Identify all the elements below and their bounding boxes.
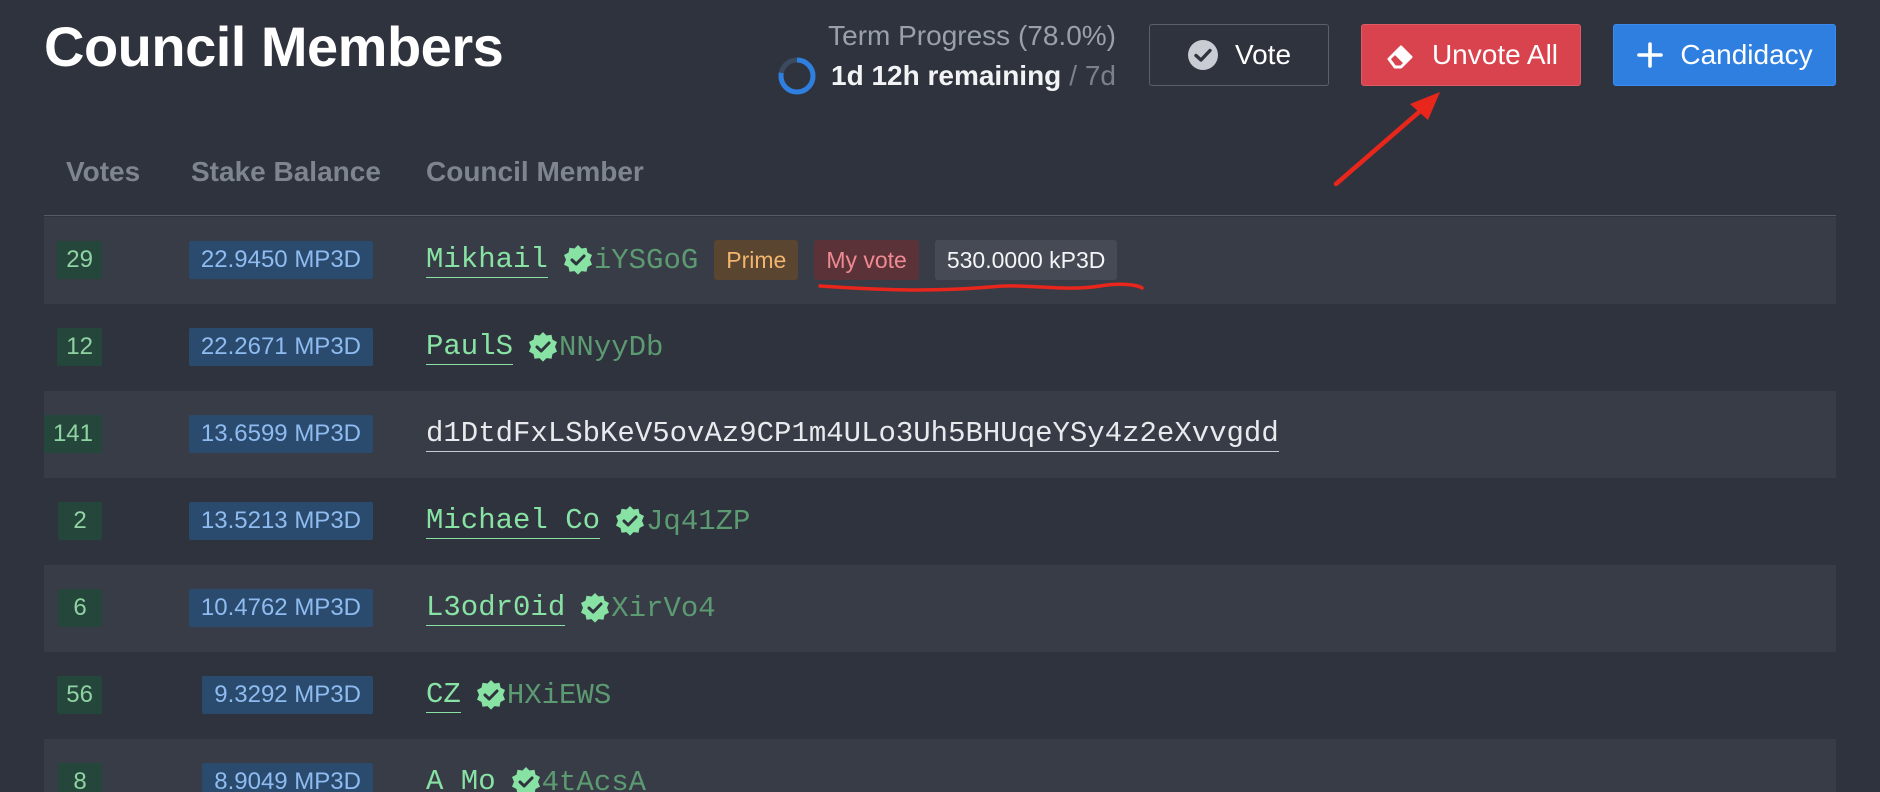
term-progress-ring-icon: [778, 57, 816, 95]
stake-badge: 9.3292 MP3D: [202, 676, 373, 714]
verified-check-icon: [527, 331, 559, 363]
votes-badge: 8: [58, 763, 102, 792]
candidacy-button[interactable]: Candidacy: [1613, 24, 1836, 86]
member-name-link[interactable]: PaulS: [426, 330, 514, 365]
verified-check-icon: [510, 766, 542, 792]
unvote-all-button[interactable]: Unvote All: [1361, 24, 1581, 86]
member-address: NNyyDb: [559, 330, 664, 364]
table-row[interactable]: 56 9.3292 MP3D CZ HXiEWS: [44, 652, 1836, 739]
eraser-icon: [1384, 39, 1416, 71]
header-stake: Stake Balance: [191, 156, 381, 187]
vote-button-label: Vote: [1234, 39, 1292, 70]
member-address: Jq41ZP: [646, 504, 751, 538]
table-header: Votes Stake Balance Council Member: [44, 150, 1836, 216]
table-row[interactable]: 29 22.9450 MP3D Mikhail iYSGoG Prime My …: [44, 217, 1836, 304]
table-row[interactable]: 6 10.4762 MP3D L3odr0id XirVo4: [44, 565, 1836, 652]
member-name-link[interactable]: L3odr0id: [426, 591, 566, 626]
term-progress: Term Progress (78.0%) 1d 12h remaining /…: [777, 18, 1116, 96]
member-name-link[interactable]: d1DtdFxLSbKeV5ovAz9CP1m4ULo3Uh5BHUqeYSy4…: [426, 417, 1279, 452]
stake-badge: 22.9450 MP3D: [188, 241, 373, 279]
member-name-link[interactable]: CZ: [426, 678, 461, 713]
table-row[interactable]: 8 8.9049 MP3D A Mo 4tAcsA: [44, 739, 1836, 792]
prime-badge: Prime: [714, 240, 799, 280]
table-row[interactable]: 141 13.6599 MP3D d1DtdFxLSbKeV5ovAz9CP1m…: [43, 391, 1836, 478]
verified-check-icon: [562, 244, 594, 276]
table-row[interactable]: 2 13.5213 MP3D Michael Co Jq41ZP: [44, 478, 1836, 565]
votes-badge: 29: [57, 241, 102, 279]
annotation-arrow-head: [1410, 92, 1440, 120]
candidacy-label: Candidacy: [1680, 39, 1813, 70]
stake-badge: 10.4762 MP3D: [188, 589, 373, 627]
verified-check-icon: [614, 505, 646, 537]
votes-badge: 12: [57, 328, 102, 366]
member-name-link[interactable]: A Mo: [426, 765, 496, 792]
stake-badge: 13.6599 MP3D: [188, 415, 373, 453]
votes-badge: 141: [43, 415, 102, 453]
verified-check-icon: [579, 592, 611, 624]
stake-badge: 8.9049 MP3D: [202, 763, 373, 792]
header-votes: Votes: [66, 156, 141, 187]
term-progress-label: Term Progress (78.0%): [828, 20, 1116, 51]
my-vote-badge: My vote: [814, 240, 919, 280]
member-address: iYSGoG: [593, 243, 699, 277]
vote-button[interactable]: Vote: [1149, 24, 1329, 86]
check-circle-icon: [1187, 39, 1219, 71]
header-member: Council Member: [426, 156, 644, 187]
table-row[interactable]: 12 22.2671 MP3D PaulS NNyyDb: [44, 304, 1836, 391]
council-table: 29 22.9450 MP3D Mikhail iYSGoG Prime My …: [43, 217, 1836, 792]
stake-badge: 22.2671 MP3D: [188, 328, 373, 366]
member-address: XirVo4: [611, 591, 716, 625]
votes-badge: 6: [58, 589, 102, 627]
council-page: Council Members Term Progress (78.0%) 1d…: [0, 0, 1880, 792]
member-name-link[interactable]: Michael Co: [426, 504, 601, 539]
votes-badge: 2: [58, 502, 102, 540]
verified-check-icon: [475, 679, 507, 711]
plus-icon: [1636, 41, 1664, 69]
vote-amount-badge: 530.0000 kP3D: [934, 240, 1118, 280]
page-title: Council Members: [44, 15, 504, 78]
member-address: 4tAcsA: [541, 765, 647, 792]
term-remaining: 1d 12h remaining: [831, 60, 1062, 91]
stake-badge: 13.5213 MP3D: [188, 502, 373, 540]
member-address: HXiEWS: [506, 678, 612, 712]
term-total: / 7d: [1069, 60, 1116, 91]
votes-badge: 56: [57, 676, 102, 714]
unvote-all-label: Unvote All: [1431, 39, 1559, 70]
member-name-link[interactable]: Mikhail: [426, 243, 548, 278]
